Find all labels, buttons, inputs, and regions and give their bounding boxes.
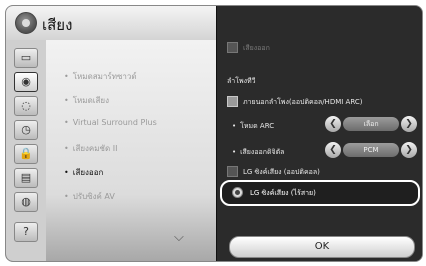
arc-prev-arrow-icon[interactable]: ❮: [325, 116, 341, 132]
arc-mode-value: เลือก: [343, 117, 399, 131]
page-title: เสียง: [42, 16, 73, 34]
clock-icon[interactable]: ◷: [14, 120, 38, 140]
digital-out-selector[interactable]: ❮ PCM ❯: [325, 142, 417, 158]
digital-next-arrow-icon[interactable]: ❯: [401, 142, 417, 158]
list-item-smart-sound[interactable]: • โหมดสมาร์ทซาวด์: [64, 70, 137, 83]
external-speaker-checkbox[interactable]: [227, 96, 238, 107]
picture-icon[interactable]: ▭: [14, 48, 38, 68]
scroll-down-icon[interactable]: ⌵: [174, 230, 184, 245]
list-item-sound-mode[interactable]: • โหมดเสียง: [64, 94, 109, 107]
arc-mode-label: • โหมด ARC: [232, 122, 275, 130]
sound-out-panel: เสียงออก ลำโพงทีวี ภายนอกลำโพง(ออปติคอล/…: [216, 6, 422, 261]
sound-out-checkbox[interactable]: [227, 42, 238, 53]
tv-speaker-label: ลำโพงทีวี: [227, 77, 256, 85]
arc-mode-selector[interactable]: ❮ เลือก ❯: [325, 116, 417, 132]
lg-wireless-label: LG ซิงค์เสียง (ไร้สาย): [250, 189, 316, 197]
list-item-virtual-surround[interactable]: • Virtual Surround Plus: [64, 118, 157, 127]
lock-icon[interactable]: 🔒: [14, 144, 38, 164]
list-item-clear-voice[interactable]: • เสียงคมชัด II: [64, 142, 117, 155]
list-item-sound-out[interactable]: • เสียงออก: [64, 166, 103, 179]
network-icon[interactable]: ◍: [14, 192, 38, 212]
ok-button[interactable]: OK: [229, 236, 415, 258]
disc-icon[interactable]: ◌: [14, 96, 38, 116]
lg-optical-checkbox[interactable]: [227, 166, 238, 177]
digital-out-label: • เสียงออกดิจิตัล: [232, 148, 285, 156]
lg-wireless-option[interactable]: LG ซิงค์เสียง (ไร้สาย): [220, 180, 420, 206]
lg-wireless-radio[interactable]: [232, 187, 243, 198]
sound-settings-window: เสียง ▭ ◉ ◌ ◷ 🔒 ▤ ◍ ? • โหมดสมาร์ทซาวด์ •…: [5, 5, 423, 262]
options-icon[interactable]: ▤: [14, 168, 38, 188]
header: เสียง: [6, 6, 216, 40]
sound-out-checkbox-label: เสียงออก: [243, 44, 270, 52]
arc-next-arrow-icon[interactable]: ❯: [401, 116, 417, 132]
digital-prev-arrow-icon[interactable]: ❮: [325, 142, 341, 158]
digital-out-value: PCM: [343, 143, 399, 157]
category-icon-column: ▭ ◉ ◌ ◷ 🔒 ▤ ◍ ?: [6, 40, 46, 261]
external-speaker-label: ภายนอกลำโพง(ออปติคอล/HDMI ARC): [243, 98, 363, 106]
sound-icon[interactable]: ◉: [14, 72, 38, 92]
sound-menu-list: • โหมดสมาร์ทซาวด์ • โหมดเสียง • Virtual Sur…: [46, 40, 216, 261]
sound-disc-icon: [15, 12, 37, 34]
list-item-av-sync[interactable]: • ปรับซิงค์ AV: [64, 190, 115, 203]
lg-optical-label: LG ซิงค์เสียง (ออปติคอล): [243, 168, 320, 176]
support-icon[interactable]: ?: [14, 222, 38, 242]
